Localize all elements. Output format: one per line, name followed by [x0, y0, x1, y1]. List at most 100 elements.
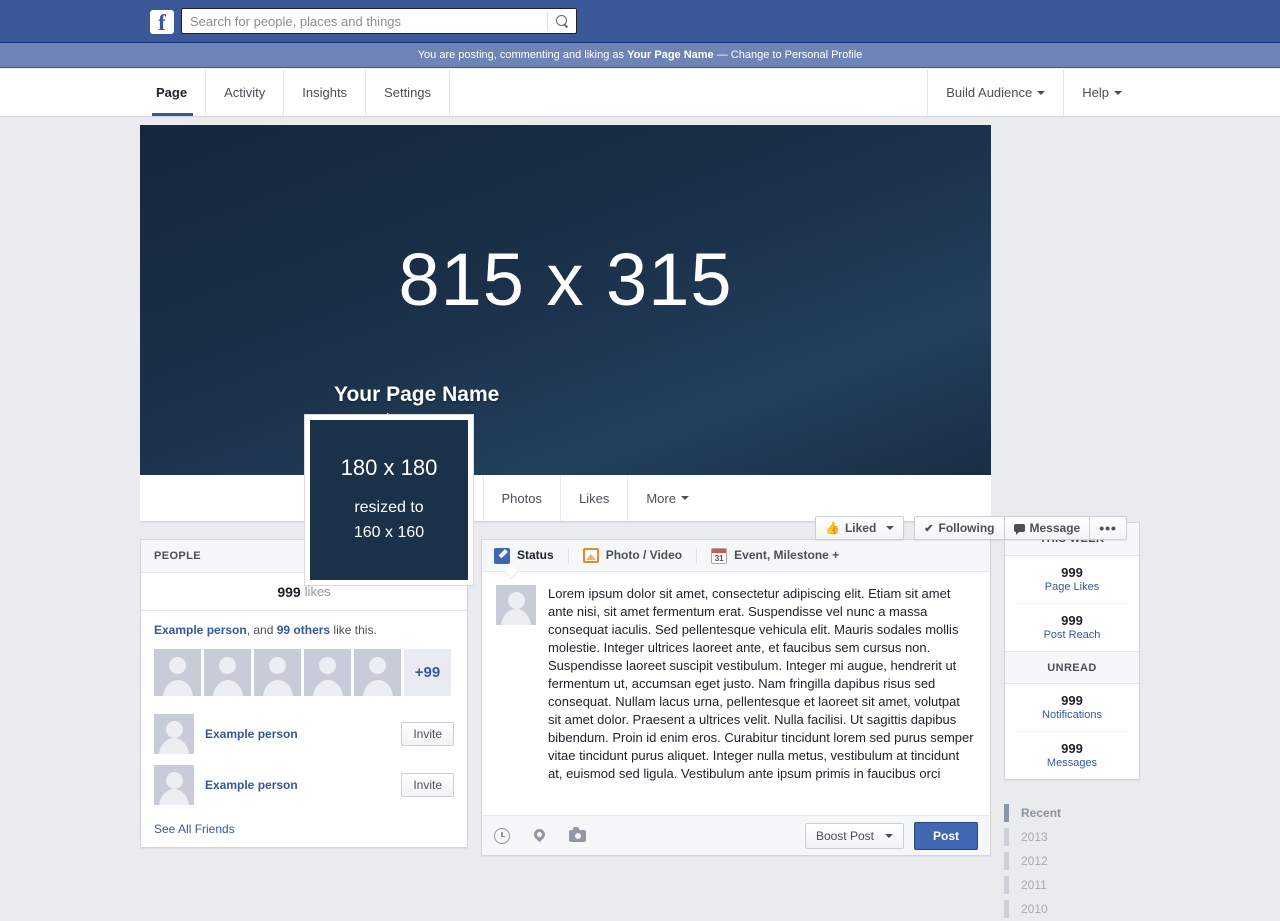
avatar[interactable] [204, 649, 251, 696]
tab-activity[interactable]: Activity [206, 69, 285, 116]
page-tab-likes[interactable]: Likes [561, 475, 629, 521]
schedule-button[interactable] [494, 827, 510, 844]
list-item: Example person Invite [154, 760, 454, 811]
page-tab-likes-label: Likes [578, 490, 610, 506]
boost-post-button[interactable]: Boost Post [804, 822, 904, 849]
cover-photo[interactable]: 815 x 315 Your Page Name Your Industry [140, 125, 991, 475]
page-columns: PEOPLE › 999 likes Example person, and 9… [140, 522, 1140, 918]
help-menu[interactable]: Help [1063, 69, 1140, 116]
location-button[interactable] [531, 826, 548, 844]
admin-tab-bar: Page Activity Insights Settings Build Au… [0, 69, 1280, 117]
person-name[interactable]: Example person [205, 778, 298, 792]
people-card-body: Example person, and 99 others like this.… [141, 611, 467, 847]
stat-notifications[interactable]: 999 Notifications [1005, 684, 1139, 731]
composer-body: Lorem ipsum dolor sit amet, consectetur … [482, 572, 990, 815]
stat-notifications-number: 999 [1061, 693, 1083, 708]
invite-button[interactable]: Invite [401, 773, 454, 797]
search-button[interactable] [548, 9, 576, 33]
notice-dash: — [716, 49, 728, 61]
composer-tab-photo-video[interactable]: Photo / Video [582, 540, 696, 571]
avatar[interactable] [354, 649, 401, 696]
page-tab-photos-label: Photos [501, 490, 542, 506]
page-action-buttons: 👍 Liked ✔ Following Message ••• [815, 516, 1127, 540]
avatar[interactable] [154, 714, 194, 754]
change-to-personal-profile-link[interactable]: Change to Personal Profile [731, 49, 862, 61]
message-button[interactable]: Message [1003, 516, 1090, 540]
stat-post-reach-number: 999 [1061, 613, 1083, 628]
composer-tab-event-milestone[interactable]: 31 Event, Milestone + [711, 540, 853, 571]
year-2011[interactable]: 2011 [1004, 873, 1140, 897]
stat-messages-number: 999 [1061, 741, 1083, 756]
page-title: Your Page Name [334, 383, 500, 406]
year-recent-label: Recent [1021, 806, 1062, 820]
page-action-group: ✔ Following Message ••• [914, 516, 1127, 540]
example-person-link[interactable]: Example person [154, 623, 247, 637]
search-bar[interactable] [181, 8, 577, 34]
year-2010[interactable]: 2010 [1004, 897, 1140, 921]
notice-page-name: Your Page Name [627, 49, 714, 61]
unread-stats: 999 Notifications 999 Messages [1005, 684, 1139, 779]
clock-icon [494, 827, 510, 844]
friend-faces-strip: +99 [154, 649, 454, 696]
more-friends-badge[interactable]: +99 [404, 649, 451, 696]
chevron-down-icon [1114, 90, 1122, 95]
search-input[interactable] [182, 13, 547, 29]
composer-tab-divider [696, 547, 698, 564]
profile-picture[interactable]: 180 x 180 resized to 160 x 160 [305, 415, 473, 585]
liked-label: Liked [844, 521, 877, 535]
more-options-button[interactable]: ••• [1089, 516, 1127, 540]
photo-icon [582, 548, 599, 563]
tab-page-label: Page [156, 85, 188, 100]
page-canvas: 815 x 315 Your Page Name Your Industry 1… [0, 117, 1280, 918]
avatar[interactable] [154, 765, 194, 805]
stat-page-likes[interactable]: 999 Page Likes [1005, 556, 1139, 603]
tab-insights-label: Insights [302, 85, 348, 100]
year-tick-icon [1004, 852, 1009, 870]
person-name[interactable]: Example person [205, 727, 298, 741]
page-tab-more[interactable]: More [628, 475, 707, 521]
people-card: PEOPLE › 999 likes Example person, and 9… [140, 539, 468, 848]
stat-post-reach[interactable]: 999 Post Reach [1017, 603, 1127, 651]
chevron-down-icon [886, 526, 895, 530]
see-all-friends-link[interactable]: See All Friends [154, 811, 454, 836]
year-2011-label: 2011 [1021, 878, 1047, 892]
cover-size-label: 815 x 315 [398, 238, 733, 321]
tab-page[interactable]: Page [140, 69, 207, 116]
search-icon [556, 15, 568, 27]
year-tick-icon [1004, 804, 1009, 822]
year-tick-icon [1004, 876, 1009, 894]
tab-settings[interactable]: Settings [366, 69, 451, 116]
avatar[interactable] [254, 649, 301, 696]
build-audience-menu[interactable]: Build Audience [927, 69, 1063, 116]
people-header-label: PEOPLE [154, 550, 202, 562]
composer-textarea[interactable]: Lorem ipsum dolor sit amet, consectetur … [548, 585, 976, 807]
composer-tab-divider [567, 547, 569, 564]
avatar[interactable] [154, 649, 201, 696]
likes-summary-mid: , and [246, 623, 277, 637]
facebook-logo-icon[interactable]: f [150, 10, 174, 34]
tab-activity-label: Activity [224, 85, 266, 100]
add-photo-button[interactable] [569, 826, 586, 842]
unread-header: UNREAD [1005, 651, 1139, 684]
likes-summary-line: Example person, and 99 others like this. [154, 623, 454, 637]
stat-messages[interactable]: 999 Messages [1017, 731, 1127, 779]
year-recent[interactable]: Recent [1004, 801, 1140, 825]
others-link[interactable]: 99 others [277, 623, 330, 637]
page-tab-more-label: More [646, 490, 676, 506]
message-label: Message [1029, 521, 1081, 535]
page-stats-card: THIS WEEK 999 Page Likes 999 Post Reach … [1004, 522, 1140, 780]
right-sidebar: THIS WEEK 999 Page Likes 999 Post Reach … [1004, 522, 1140, 921]
avatar[interactable] [304, 649, 351, 696]
tab-insights[interactable]: Insights [284, 69, 367, 116]
liked-button[interactable]: 👍 Liked [815, 516, 905, 540]
page-likes-word: likes [304, 584, 331, 599]
year-2013[interactable]: 2013 [1004, 825, 1140, 849]
invite-button[interactable]: Invite [401, 722, 454, 746]
post-button[interactable]: Post [913, 821, 978, 850]
page-tab-photos[interactable]: Photos [484, 475, 561, 521]
year-2012[interactable]: 2012 [1004, 849, 1140, 873]
boost-post-label: Boost Post [815, 828, 874, 843]
composer-tab-status[interactable]: Status [494, 540, 568, 571]
following-button[interactable]: ✔ Following [914, 516, 1004, 540]
status-composer: Status Photo / Video 31 Event, Milestone… [481, 539, 991, 856]
